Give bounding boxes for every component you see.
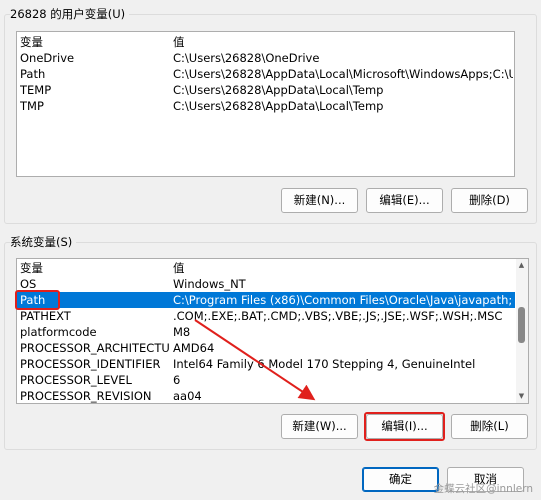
user-var-row-tmp[interactable]: TMP C:\Users\26828\AppData\Local\Temp — [17, 98, 514, 114]
system-var-value: Windows_NT — [173, 277, 246, 291]
system-var-row-processor-level[interactable]: PROCESSOR_LEVEL 6 — [17, 372, 515, 388]
system-var-name: platformcode — [20, 325, 97, 339]
user-var-value: C:\Users\26828\OneDrive — [173, 51, 320, 65]
system-var-name: PATHEXT — [20, 309, 71, 323]
system-var-value: Intel64 Family 6 Model 170 Stepping 4, G… — [173, 357, 476, 371]
system-vars-list[interactable]: 变量 值 OS Windows_NT Path C:\Program Files… — [16, 258, 529, 404]
user-vars-group-title: 26828 的用户变量(U) — [10, 6, 130, 22]
user-var-name: OneDrive — [20, 51, 75, 65]
scroll-up-arrow-icon[interactable]: ▲ — [516, 260, 527, 271]
user-var-name: TMP — [20, 99, 44, 113]
user-vars-header-value[interactable]: 值 — [173, 34, 513, 50]
system-var-value: C:\Program Files (x86)\Common Files\Orac… — [173, 293, 513, 307]
system-var-value: .COM;.EXE;.BAT;.CMD;.VBS;.VBE;.JS;.JSE;.… — [173, 309, 503, 323]
system-var-name: PROCESSOR_LEVEL — [20, 373, 132, 387]
system-var-row-os[interactable]: OS Windows_NT — [17, 276, 515, 292]
system-var-row-pathext[interactable]: PATHEXT .COM;.EXE;.BAT;.CMD;.VBS;.VBE;.J… — [17, 308, 515, 324]
system-vars-header-value[interactable]: 值 — [173, 260, 513, 276]
user-vars-list[interactable]: 变量 值 OneDrive C:\Users\26828\OneDrive Pa… — [16, 31, 515, 177]
system-var-row-processor-architecture[interactable]: PROCESSOR_ARCHITECTU... AMD64 — [17, 340, 515, 356]
user-edit-button[interactable]: 编辑(E)... — [366, 188, 443, 213]
system-var-value: AMD64 — [173, 341, 215, 355]
system-var-name: PROCESSOR_REVISION — [20, 389, 152, 403]
system-var-name: PROCESSOR_ARCHITECTU... — [20, 341, 170, 355]
system-vars-header-name[interactable]: 变量 — [20, 260, 170, 276]
system-vars-group-title: 系统变量(S) — [10, 234, 77, 250]
system-var-name: Path — [20, 293, 46, 307]
ok-button[interactable]: 确定 — [362, 467, 439, 492]
user-vars-header[interactable]: 变量 值 — [17, 34, 514, 50]
system-vars-scrollbar[interactable]: ▲ ▼ — [516, 259, 528, 403]
system-var-name: OS — [20, 277, 37, 291]
system-delete-button[interactable]: 删除(L) — [451, 414, 528, 439]
user-var-name: TEMP — [20, 83, 52, 97]
scroll-down-arrow-icon[interactable]: ▼ — [516, 391, 527, 402]
system-var-value: 6 — [173, 373, 181, 387]
system-vars-header[interactable]: 变量 值 — [17, 260, 515, 276]
user-var-value: C:\Users\26828\AppData\Local\Temp — [173, 99, 384, 113]
watermark: 金蝶云社区@innlern — [433, 483, 533, 495]
user-var-value: C:\Users\26828\AppData\Local\Microsoft\W… — [173, 67, 513, 81]
scroll-thumb[interactable] — [518, 307, 525, 343]
system-var-name: PROCESSOR_IDENTIFIER — [20, 357, 161, 371]
system-var-row-path[interactable]: Path C:\Program Files (x86)\Common Files… — [17, 292, 515, 308]
system-var-value: M8 — [173, 325, 191, 339]
user-var-row-temp[interactable]: TEMP C:\Users\26828\AppData\Local\Temp — [17, 82, 514, 98]
user-new-button[interactable]: 新建(N)... — [281, 188, 358, 213]
user-var-row-onedrive[interactable]: OneDrive C:\Users\26828\OneDrive — [17, 50, 514, 66]
system-new-button[interactable]: 新建(W)... — [281, 414, 358, 439]
system-edit-button[interactable]: 编辑(I)... — [366, 414, 443, 439]
user-var-row-path[interactable]: Path C:\Users\26828\AppData\Local\Micros… — [17, 66, 514, 82]
user-var-value: C:\Users\26828\AppData\Local\Temp — [173, 83, 384, 97]
system-var-value: aa04 — [173, 389, 202, 403]
user-vars-header-name[interactable]: 变量 — [20, 34, 170, 50]
system-var-row-platformcode[interactable]: platformcode M8 — [17, 324, 515, 340]
user-var-name: Path — [20, 67, 46, 81]
user-delete-button[interactable]: 删除(D) — [451, 188, 528, 213]
system-var-row-processor-identifier[interactable]: PROCESSOR_IDENTIFIER Intel64 Family 6 Mo… — [17, 356, 515, 372]
system-var-row-processor-revision[interactable]: PROCESSOR_REVISION aa04 — [17, 388, 515, 403]
